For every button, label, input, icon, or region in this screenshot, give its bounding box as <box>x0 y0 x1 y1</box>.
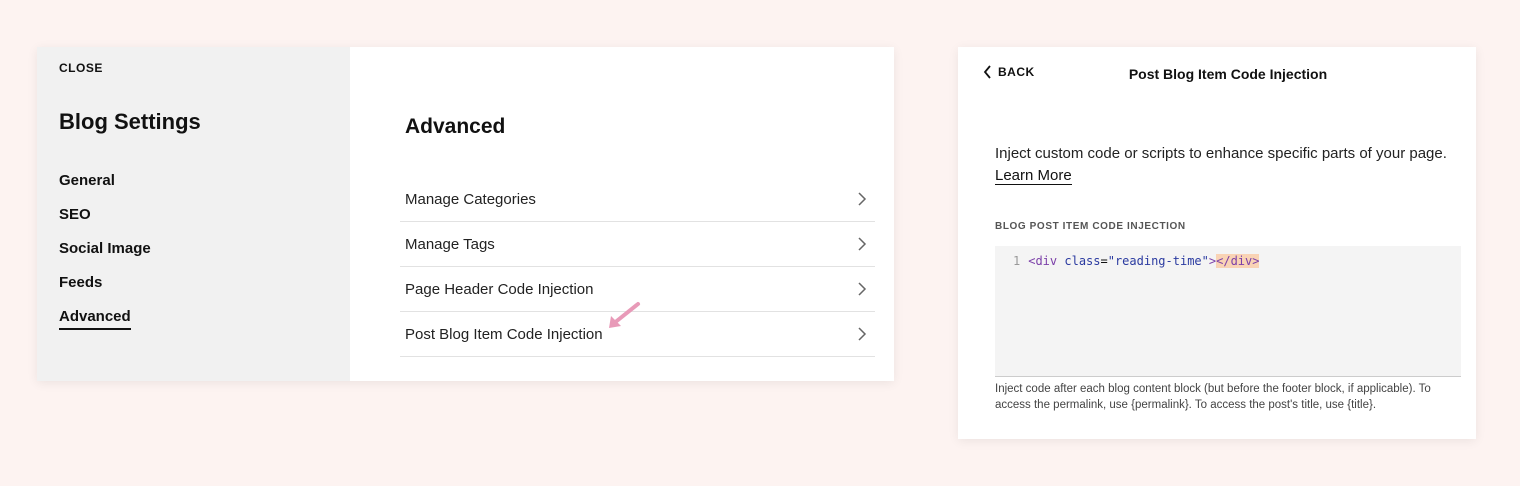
blog-settings-panel: CLOSE Blog Settings General SEO Social I… <box>37 47 894 381</box>
list-item-label: Post Blog Item Code Injection <box>405 325 603 343</box>
nav-item-label: SEO <box>59 206 91 223</box>
nav-item-general[interactable]: General <box>59 172 151 206</box>
line-number: 1 <box>1013 254 1021 268</box>
close-button[interactable]: CLOSE <box>59 61 103 75</box>
manage-categories-item[interactable]: Manage Categories <box>400 177 875 222</box>
code-line: 1 <div class="reading-time"></div> <box>1013 254 1260 268</box>
nav-item-label: General <box>59 172 115 189</box>
annotation-arrow-icon <box>609 302 640 328</box>
sidebar-title: Blog Settings <box>59 109 201 134</box>
panel-description: Inject custom code or scripts to enhance… <box>995 143 1455 187</box>
code-injection-panel: BACK Post Blog Item Code Injection Injec… <box>958 47 1476 439</box>
section-label: BLOG POST ITEM CODE INJECTION <box>995 221 1186 232</box>
list-item-label: Manage Categories <box>405 190 536 208</box>
nav-item-feeds[interactable]: Feeds <box>59 274 151 308</box>
help-text: Inject code after each blog content bloc… <box>995 383 1431 411</box>
chevron-right-icon <box>858 237 867 251</box>
chevron-right-icon <box>858 327 867 341</box>
code-editor[interactable]: 1 <div class="reading-time"></div> <box>995 246 1461 377</box>
code-open-tag: <div <box>1028 254 1058 268</box>
chevron-right-icon <box>858 192 867 206</box>
description-text: Inject custom code or scripts to enhance… <box>995 145 1447 162</box>
nav-item-label: Advanced <box>59 308 131 330</box>
page-title: Advanced <box>405 115 506 138</box>
nav-item-label: Social Image <box>59 240 151 257</box>
nav-item-advanced[interactable]: Advanced <box>59 308 151 342</box>
list-item-label: Manage Tags <box>405 235 495 253</box>
settings-nav: General SEO Social Image Feeds Advanced <box>59 172 151 342</box>
settings-sidebar: CLOSE Blog Settings General SEO Social I… <box>37 47 350 381</box>
panel-title: Post Blog Item Code Injection <box>1128 66 1328 82</box>
code-attr-name: class <box>1064 254 1101 268</box>
nav-item-label: Feeds <box>59 274 103 291</box>
nav-item-social-image[interactable]: Social Image <box>59 240 151 274</box>
learn-more-link[interactable]: Learn More <box>995 167 1072 185</box>
code-attr-value: "reading-time" <box>1107 254 1209 268</box>
code-close-tag: </div> <box>1216 254 1260 268</box>
manage-tags-item[interactable]: Manage Tags <box>400 222 875 267</box>
list-item-label: Page Header Code Injection <box>405 280 594 298</box>
code-equals: = <box>1100 254 1108 268</box>
nav-item-seo[interactable]: SEO <box>59 206 151 240</box>
chevron-right-icon <box>858 282 867 296</box>
